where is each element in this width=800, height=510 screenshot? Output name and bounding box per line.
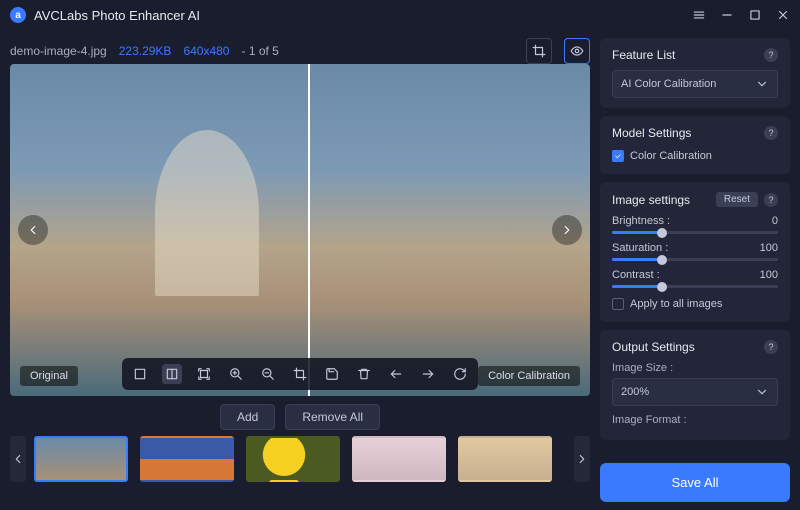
- thumbnail-4[interactable]: [352, 436, 446, 482]
- help-icon[interactable]: ?: [764, 193, 778, 207]
- contrast-slider-row: Contrast : 100: [612, 269, 778, 288]
- color-calibration-label: Color Calibration: [630, 150, 712, 162]
- saturation-slider-row: Saturation : 100: [612, 242, 778, 261]
- titlebar: a AVCLabs Photo Enhancer AI: [0, 0, 800, 30]
- help-icon[interactable]: ?: [764, 126, 778, 140]
- output-settings-title: Output Settings: [612, 340, 695, 354]
- help-icon[interactable]: ?: [764, 48, 778, 62]
- thumbs-next-arrow[interactable]: [574, 436, 590, 482]
- redo-icon[interactable]: [418, 364, 438, 384]
- filename: demo-image-4.jpg: [10, 44, 107, 58]
- add-button[interactable]: Add: [220, 404, 275, 430]
- file-index: - 1 of 5: [241, 44, 278, 58]
- color-calibration-checkbox[interactable]: [612, 150, 624, 162]
- label-processed: Color Calibration: [478, 366, 580, 386]
- file-dimensions[interactable]: 640x480: [183, 44, 229, 58]
- preview-toolbar: [122, 358, 478, 390]
- crop-button[interactable]: [526, 38, 552, 64]
- apply-all-label: Apply to all images: [630, 298, 722, 310]
- thumbs-prev-arrow[interactable]: [10, 436, 26, 482]
- model-settings-panel: Model Settings ? Color Calibration: [600, 116, 790, 174]
- compare-slider[interactable]: [308, 64, 310, 396]
- refresh-icon[interactable]: [450, 364, 470, 384]
- layout-split-icon[interactable]: [162, 364, 182, 384]
- next-image-arrow[interactable]: [552, 215, 582, 245]
- feature-select-value: AI Color Calibration: [621, 78, 716, 90]
- image-settings-title: Image settings: [612, 193, 690, 207]
- thumbnail-1[interactable]: [34, 436, 128, 482]
- brightness-value: 0: [772, 215, 778, 227]
- app-logo: a: [10, 7, 26, 23]
- preview-eye-button[interactable]: [564, 38, 590, 64]
- saturation-value: 100: [760, 242, 778, 254]
- maximize-button[interactable]: [748, 8, 762, 22]
- contrast-value: 100: [760, 269, 778, 281]
- saturation-slider[interactable]: [612, 258, 778, 261]
- brightness-label: Brightness :: [612, 215, 670, 227]
- delete-icon[interactable]: [354, 364, 374, 384]
- zoom-out-icon[interactable]: [258, 364, 278, 384]
- image-format-label: Image Format :: [612, 414, 778, 426]
- help-icon[interactable]: ?: [764, 340, 778, 354]
- preview-image: [10, 64, 590, 396]
- image-settings-panel: Image settings Reset ? Brightness : 0 Sa…: [600, 182, 790, 322]
- file-info-bar: demo-image-4.jpg 223.29KB 640x480 - 1 of…: [10, 38, 590, 64]
- image-size-label: Image Size :: [612, 362, 778, 374]
- zoom-in-icon[interactable]: [226, 364, 246, 384]
- layout-single-icon[interactable]: [130, 364, 150, 384]
- brightness-slider[interactable]: [612, 231, 778, 234]
- preview-compare[interactable]: Original Color Calibration: [10, 64, 590, 396]
- contrast-slider[interactable]: [612, 285, 778, 288]
- prev-image-arrow[interactable]: [18, 215, 48, 245]
- minimize-button[interactable]: [720, 8, 734, 22]
- crop-tool-icon[interactable]: [290, 364, 310, 384]
- model-settings-title: Model Settings: [612, 126, 691, 140]
- remove-all-button[interactable]: Remove All: [285, 404, 380, 430]
- close-button[interactable]: [776, 8, 790, 22]
- undo-icon[interactable]: [386, 364, 406, 384]
- chevron-down-icon: [755, 385, 769, 399]
- reset-button[interactable]: Reset: [716, 192, 758, 207]
- save-all-button[interactable]: Save All: [600, 463, 790, 502]
- image-size-select[interactable]: 200%: [612, 378, 778, 406]
- feature-select[interactable]: AI Color Calibration: [612, 70, 778, 98]
- thumbnail-3[interactable]: [246, 436, 340, 482]
- thumbnail-2[interactable]: [140, 436, 234, 482]
- fit-screen-icon[interactable]: [194, 364, 214, 384]
- menu-icon[interactable]: [692, 8, 706, 22]
- thumbnail-strip: [10, 436, 590, 482]
- feature-list-panel: Feature List ? AI Color Calibration: [600, 38, 790, 108]
- brightness-slider-row: Brightness : 0: [612, 215, 778, 234]
- contrast-label: Contrast :: [612, 269, 660, 281]
- save-icon[interactable]: [322, 364, 342, 384]
- feature-list-title: Feature List: [612, 48, 675, 62]
- apply-all-checkbox[interactable]: [612, 298, 624, 310]
- label-original: Original: [20, 366, 78, 386]
- output-settings-panel: Output Settings ? Image Size : 200% Imag…: [600, 330, 790, 440]
- app-title: AVCLabs Photo Enhancer AI: [34, 8, 200, 23]
- image-size-value: 200%: [621, 386, 649, 398]
- file-size[interactable]: 223.29KB: [119, 44, 172, 58]
- chevron-down-icon: [755, 77, 769, 91]
- thumbnail-5[interactable]: [458, 436, 552, 482]
- saturation-label: Saturation :: [612, 242, 668, 254]
